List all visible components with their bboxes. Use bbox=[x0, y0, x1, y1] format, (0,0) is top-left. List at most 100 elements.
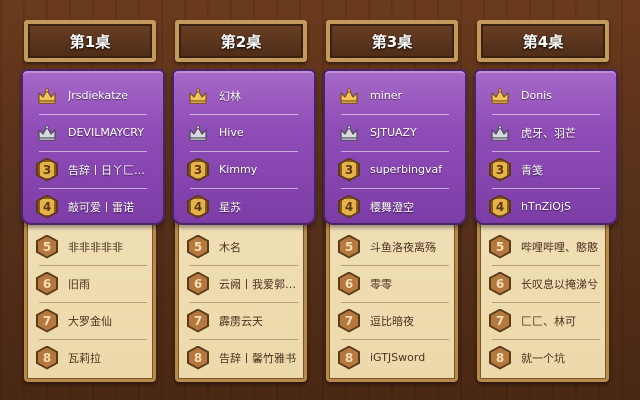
table-board-3: 第3桌 miner SJTUAZY 3 superbingvaf 4 樱舞澄空 5 斗鱼洛夜离殇… bbox=[322, 0, 467, 400]
player-name: 樱舞澄空 bbox=[370, 200, 414, 214]
player-row[interactable]: 8 告辞丨馨竹雅书 bbox=[181, 339, 306, 376]
table-title: 第2桌 bbox=[220, 32, 262, 51]
rank-number: 8 bbox=[491, 347, 509, 368]
rank-number: 4 bbox=[340, 196, 358, 217]
player-row[interactable]: SJTUAZY bbox=[332, 114, 457, 151]
player-name: superbingvaf bbox=[370, 163, 443, 176]
player-name: 就一个坑 bbox=[521, 351, 565, 365]
hexagon-frame: 3 bbox=[489, 157, 511, 182]
rank-number: 6 bbox=[38, 273, 56, 294]
player-row[interactable]: 8 就一个坑 bbox=[483, 339, 608, 376]
player-name: hTnZiOjS bbox=[521, 200, 571, 213]
rank-badge-icon: 3 bbox=[338, 157, 360, 182]
rank-number: 5 bbox=[189, 236, 207, 257]
player-row[interactable]: 4 敲可爱丨雷诺 bbox=[30, 188, 155, 225]
standings-card: miner SJTUAZY 3 superbingvaf 4 樱舞澄空 5 斗鱼洛夜离殇 6 零零… bbox=[323, 69, 467, 382]
rank-badge-icon: 7 bbox=[338, 308, 360, 333]
hexagon-frame: 7 bbox=[489, 308, 511, 333]
player-name: Hive bbox=[219, 126, 244, 139]
rank-number: 6 bbox=[189, 273, 207, 294]
player-row[interactable]: 6 旧雨 bbox=[30, 265, 155, 302]
player-row[interactable]: miner bbox=[332, 77, 457, 114]
hexagon-frame: 4 bbox=[187, 194, 209, 219]
rank-badge-icon: 7 bbox=[489, 308, 511, 333]
rank-number: 7 bbox=[340, 310, 358, 331]
player-row[interactable]: 3 青笺 bbox=[483, 151, 608, 188]
rank-number: 4 bbox=[491, 196, 509, 217]
player-name: 木名 bbox=[219, 240, 241, 254]
rank-badge-icon: 4 bbox=[187, 194, 209, 219]
player-row[interactable]: 3 superbingvaf bbox=[332, 151, 457, 188]
table-board-4: 第4桌 Donis 虎牙、羽芒 3 青笺 4 hTnZiOjS 5 哔哩哔哩、憨憨 6 长叹息以掩涕… bbox=[473, 0, 618, 400]
rank-number: 3 bbox=[189, 159, 207, 180]
player-row[interactable]: 6 云阙丨我爱郭… bbox=[181, 265, 306, 302]
standings-card: Donis 虎牙、羽芒 3 青笺 4 hTnZiOjS 5 哔哩哔哩、憨憨 6 长叹息以掩涕兮 7 匚… bbox=[474, 69, 618, 382]
player-row[interactable]: 8 iGTJSword bbox=[332, 339, 457, 376]
player-row[interactable]: 4 樱舞澄空 bbox=[332, 188, 457, 225]
player-row[interactable]: 4 hTnZiOjS bbox=[483, 188, 608, 225]
player-row[interactable]: 5 斗鱼洛夜离殇 bbox=[332, 228, 457, 265]
hexagon-frame: 4 bbox=[36, 194, 58, 219]
player-row[interactable]: 虎牙、羽芒 bbox=[483, 114, 608, 151]
table-board-1: 第1桌 Jrsdiekatze DEVILMAYCRY 3 告辞丨日丫匚… 4 敲可爱丨雷诺… bbox=[20, 0, 165, 400]
player-row[interactable]: 5 非非非非非 bbox=[30, 228, 155, 265]
rank-badge-icon: 7 bbox=[36, 308, 58, 333]
silver-crown-icon bbox=[489, 122, 511, 144]
player-name: Donis bbox=[521, 89, 552, 102]
player-row[interactable]: Donis bbox=[483, 77, 608, 114]
player-row[interactable]: 7 霹雳云天 bbox=[181, 302, 306, 339]
player-row[interactable]: DEVILMAYCRY bbox=[30, 114, 155, 151]
rank-badge-icon: 6 bbox=[489, 271, 511, 296]
player-row[interactable]: 7 逗比暗夜 bbox=[332, 302, 457, 339]
rank-badge-icon: 5 bbox=[36, 234, 58, 259]
player-row[interactable]: 3 告辞丨日丫匚… bbox=[30, 151, 155, 188]
hexagon-frame: 8 bbox=[36, 345, 58, 370]
table-title: 第1桌 bbox=[69, 32, 111, 51]
hexagon-frame: 4 bbox=[489, 194, 511, 219]
rank-number: 3 bbox=[38, 159, 56, 180]
player-row[interactable]: 6 零零 bbox=[332, 265, 457, 302]
hexagon-frame: 5 bbox=[36, 234, 58, 259]
silver-crown-icon bbox=[187, 122, 209, 144]
rank-number: 6 bbox=[491, 273, 509, 294]
player-name: 星苏 bbox=[219, 200, 241, 214]
rank-badge-icon: 8 bbox=[338, 345, 360, 370]
silver-crown-icon bbox=[36, 122, 58, 144]
table-board-2: 第2桌幻林 Hive 3 Kimmy 4 星苏 5 木名 6 云阙丨我爱郭… 7 霹雳云天 8 告辞丨馨竹… bbox=[171, 0, 316, 400]
player-row[interactable]: Hive bbox=[181, 114, 306, 151]
player-name: 瓦莉拉 bbox=[68, 351, 101, 365]
table-header: 第1桌 bbox=[24, 20, 156, 62]
rank-badge-icon: 5 bbox=[187, 234, 209, 259]
hexagon-frame: 7 bbox=[187, 308, 209, 333]
rank-number: 6 bbox=[340, 273, 358, 294]
table-header: 第4桌 bbox=[477, 20, 609, 62]
rank-number: 8 bbox=[38, 347, 56, 368]
player-row[interactable]: 5 木名 bbox=[181, 228, 306, 265]
player-row[interactable]: 3 Kimmy bbox=[181, 151, 306, 188]
rank-badge-icon: 8 bbox=[489, 345, 511, 370]
player-name: miner bbox=[370, 89, 403, 102]
rank-badge-icon: 8 bbox=[36, 345, 58, 370]
player-name: SJTUAZY bbox=[370, 126, 417, 139]
player-name: 大罗金仙 bbox=[68, 314, 112, 328]
player-name: 零零 bbox=[370, 277, 392, 291]
player-row[interactable]: 幻林 bbox=[181, 77, 306, 114]
player-row[interactable]: 4 星苏 bbox=[181, 188, 306, 225]
silver-crown-icon bbox=[338, 122, 360, 144]
player-row[interactable]: 7 匚匚、林可 bbox=[483, 302, 608, 339]
hexagon-frame: 5 bbox=[489, 234, 511, 259]
gold-crown-icon bbox=[36, 85, 58, 107]
rank-number: 7 bbox=[189, 310, 207, 331]
player-name: 告辞丨馨竹雅书 bbox=[219, 351, 296, 365]
hexagon-frame: 6 bbox=[338, 271, 360, 296]
player-row[interactable]: 7 大罗金仙 bbox=[30, 302, 155, 339]
player-name: 长叹息以掩涕兮 bbox=[521, 277, 598, 291]
standings-card: Jrsdiekatze DEVILMAYCRY 3 告辞丨日丫匚… 4 敲可爱丨雷诺 5 非非… bbox=[21, 69, 165, 382]
player-row[interactable]: 6 长叹息以掩涕兮 bbox=[483, 265, 608, 302]
player-row[interactable]: Jrsdiekatze bbox=[30, 77, 155, 114]
table-header: 第3桌 bbox=[326, 20, 458, 62]
player-row[interactable]: 5 哔哩哔哩、憨憨 bbox=[483, 228, 608, 265]
player-row[interactable]: 8 瓦莉拉 bbox=[30, 339, 155, 376]
player-name: iGTJSword bbox=[370, 351, 426, 364]
rank-badge-icon: 7 bbox=[187, 308, 209, 333]
